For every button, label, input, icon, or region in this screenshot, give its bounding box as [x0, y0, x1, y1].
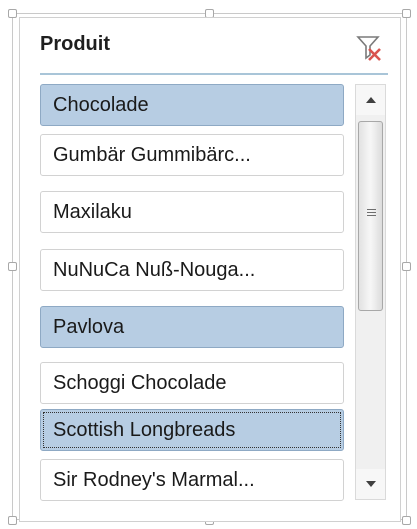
vertical-scrollbar[interactable] [355, 84, 386, 500]
slicer-item[interactable]: Gumbär Gummibärc... [40, 134, 344, 176]
slicer-item[interactable]: Scottish Longbreads [40, 409, 344, 451]
scroll-down-button[interactable] [356, 469, 385, 499]
arrow-down-icon [365, 481, 376, 487]
scroll-thumb[interactable] [358, 121, 383, 311]
clear-filter-button[interactable] [354, 33, 384, 63]
resize-handle-bottom-left[interactable] [8, 516, 17, 525]
header-divider [40, 73, 388, 75]
resize-handle-middle-left[interactable] [8, 262, 17, 271]
slicer-item[interactable]: Chocolade [40, 84, 344, 126]
resize-handle-top-right[interactable] [402, 9, 411, 18]
slicer-item[interactable]: Schoggi Chocolade [40, 362, 344, 404]
slicer-item[interactable]: Maxilaku [40, 191, 344, 233]
resize-handle-middle-right[interactable] [402, 262, 411, 271]
filter-clear-icon [356, 36, 381, 61]
grip-icon [367, 209, 376, 218]
slicer-header: Produit [40, 31, 388, 71]
slicer-title: Produit [40, 33, 110, 55]
scroll-up-button[interactable] [356, 85, 385, 115]
arrow-up-icon [365, 97, 376, 103]
slicer-item[interactable]: NuNuCa Nuß-Nouga... [40, 249, 344, 291]
slicer-item[interactable]: Pavlova [40, 306, 344, 348]
resize-handle-top-left[interactable] [8, 9, 17, 18]
slicer-item[interactable]: Sir Rodney's Marmal... [40, 459, 344, 501]
resize-handle-bottom-right[interactable] [402, 516, 411, 525]
